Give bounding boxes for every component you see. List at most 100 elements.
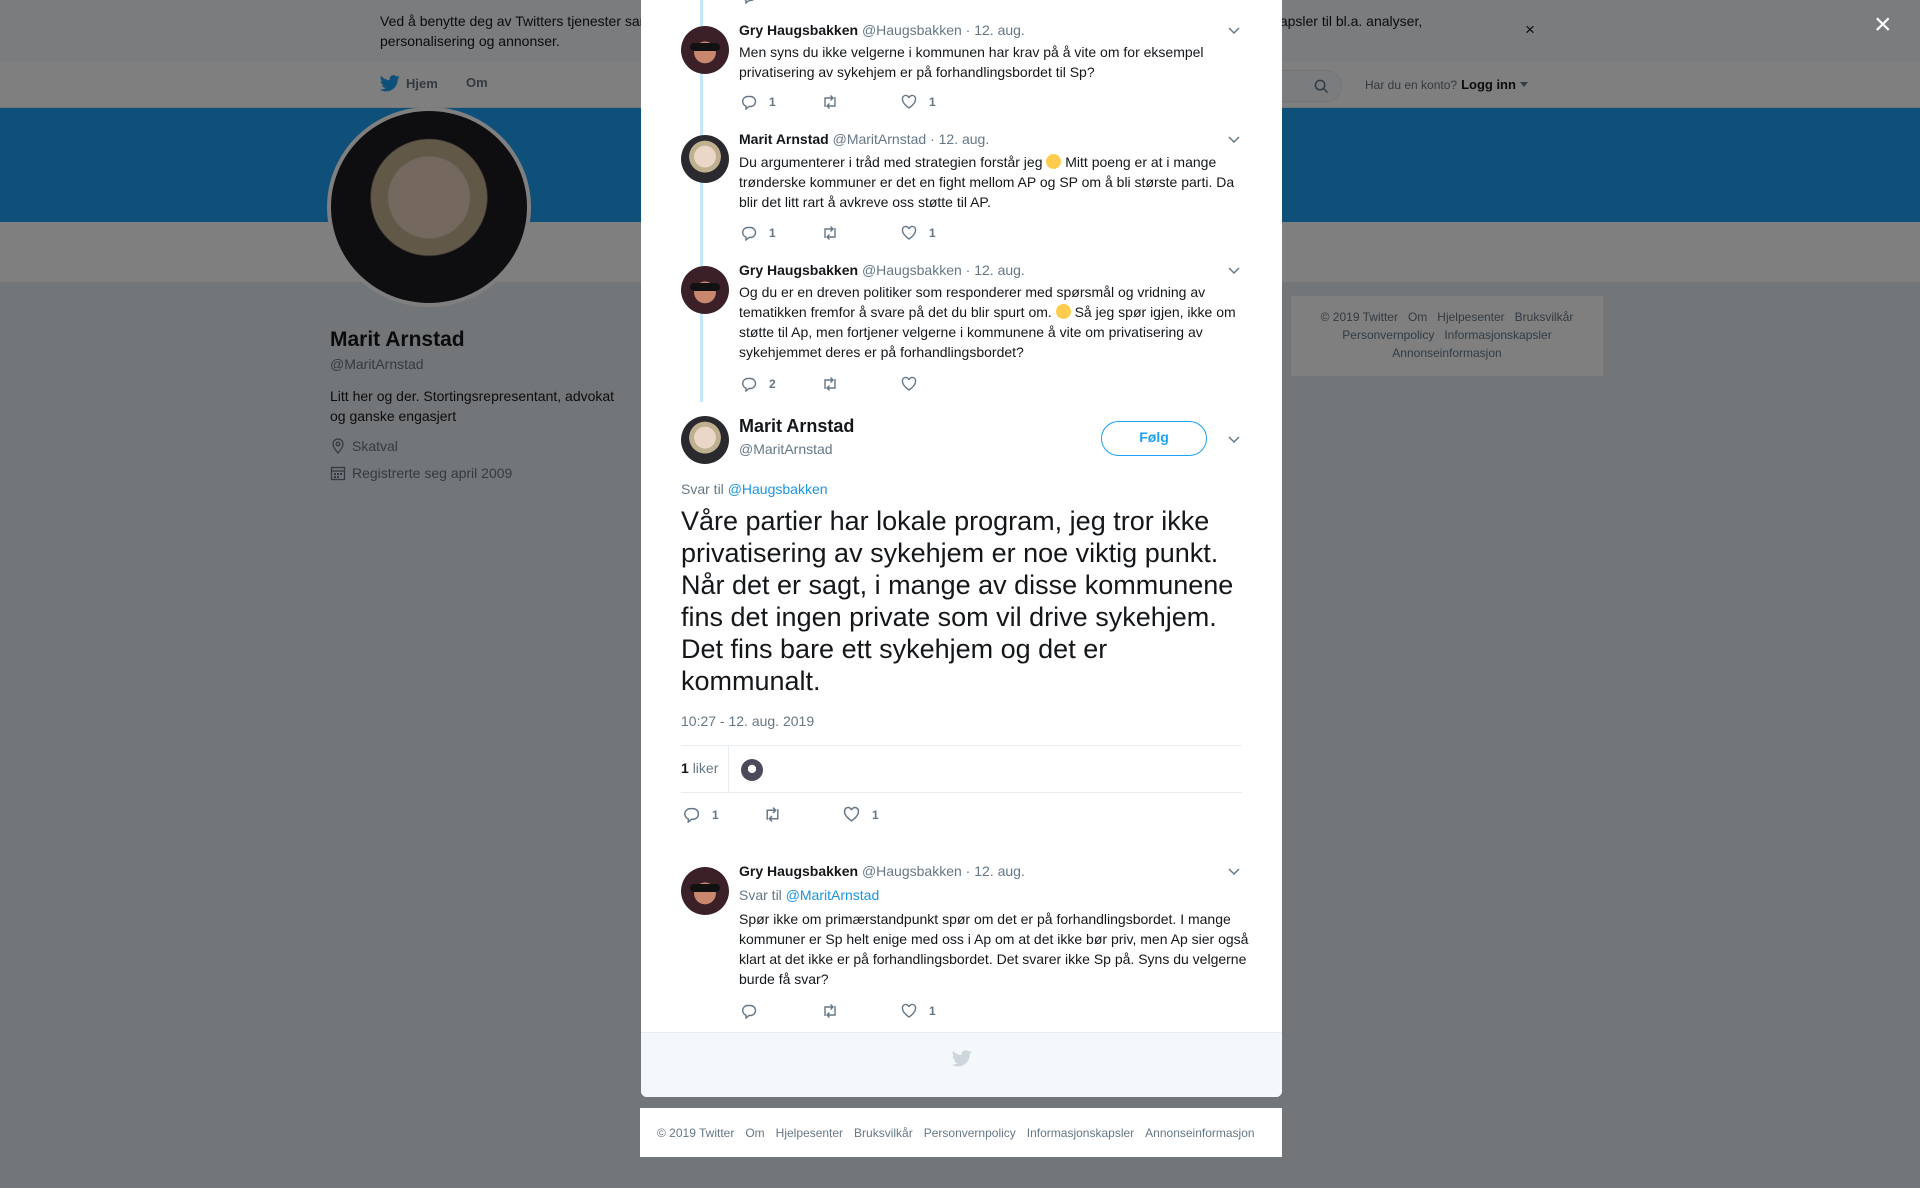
like-button[interactable]: 1 <box>901 94 981 110</box>
main-tweet-text: Våre partier har lokale program, jeg tro… <box>681 506 1234 696</box>
likes-stat-label: liker <box>692 760 719 776</box>
tweet-author-handle[interactable]: @Haugsbakken <box>862 863 962 879</box>
tweet-date[interactable]: · 12. aug. <box>966 863 1025 879</box>
grinning-emoji-icon <box>1055 304 1071 319</box>
like-count: 1 <box>872 807 879 822</box>
tweet-header: Gry Haugsbakken @Haugsbakken · 12. aug. <box>739 262 1025 278</box>
tweet-header: Marit Arnstad @MaritArnstad · 12. aug. <box>739 131 989 147</box>
like-button[interactable]: 1 <box>901 225 981 241</box>
retweet-button[interactable] <box>821 376 901 392</box>
reply-to-link[interactable]: @MaritArnstad <box>786 887 880 903</box>
tweet-author-handle[interactable]: @Haugsbakken <box>862 22 962 38</box>
footer-link-terms[interactable]: Bruksvilkår <box>854 1126 913 1140</box>
follow-button[interactable]: Følg <box>1101 421 1207 456</box>
close-overlay-button[interactable]: × <box>1874 10 1892 40</box>
reply-icon <box>742 377 757 392</box>
modal-footer <box>641 1032 1282 1097</box>
footer-link-about[interactable]: Om <box>745 1126 764 1140</box>
main-tweet-avatar[interactable] <box>681 416 729 464</box>
like-button[interactable]: 1 <box>901 1003 981 1019</box>
reply-to-line: Svar til @MaritArnstad <box>739 887 879 903</box>
reply-icon <box>742 95 757 110</box>
tweet-header: Gry Haugsbakken @Haugsbakken · 12. aug. <box>739 22 1025 38</box>
reply-count: 1 <box>769 95 776 109</box>
reply-icon <box>742 1004 757 1019</box>
main-tweet-author-name[interactable]: Marit Arnstad <box>739 416 854 437</box>
chevron-down-icon[interactable] <box>1226 863 1242 879</box>
like-count: 1 <box>929 1004 936 1018</box>
reply-count: 1 <box>769 226 776 240</box>
chevron-down-icon[interactable] <box>1226 262 1242 278</box>
like-button[interactable] <box>901 376 981 392</box>
reply-count: 1 <box>712 807 719 822</box>
twitter-bird-icon <box>952 1050 972 1067</box>
reply-to-label: Svar til <box>681 481 724 497</box>
heart-icon <box>901 225 917 240</box>
divider <box>728 746 729 792</box>
tweet-author-handle[interactable]: @Haugsbakken <box>862 262 962 278</box>
chevron-down-icon[interactable] <box>1226 431 1242 447</box>
footer-copyright: © 2019 Twitter <box>657 1125 735 1140</box>
avatar[interactable] <box>681 266 729 314</box>
tweet-author-name[interactable]: Marit Arnstad <box>739 131 829 147</box>
main-tweet-timestamp[interactable]: 10:27 - 12. aug. 2019 <box>681 713 814 729</box>
tweet-text: Spør ikke om primærstandpunkt spør om de… <box>739 911 1249 987</box>
tweet-author-name[interactable]: Gry Haugsbakken <box>739 22 858 38</box>
avatar[interactable] <box>681 26 729 74</box>
reply-button[interactable]: 1 <box>741 94 821 110</box>
footer-link-ads[interactable]: Annonseinformasjon <box>1145 1126 1254 1140</box>
tweet-modal: Gry Haugsbakken @Haugsbakken · 12. aug. … <box>641 0 1282 1097</box>
retweet-icon <box>824 95 836 109</box>
tweet-actions: 1 1 <box>741 94 981 110</box>
chevron-down-icon[interactable] <box>1226 22 1242 38</box>
chevron-down-icon[interactable] <box>1226 131 1242 147</box>
retweet-icon <box>766 807 779 822</box>
reply-button[interactable]: 1 <box>683 806 763 823</box>
avatar[interactable] <box>681 867 729 915</box>
reply-count: 2 <box>769 377 776 391</box>
tweet-author-handle[interactable]: @MaritArnstad <box>833 131 927 147</box>
heart-icon <box>843 806 860 822</box>
likes-stat[interactable]: 1 liker <box>681 760 718 776</box>
footer-link-privacy[interactable]: Personvernpolicy <box>924 1126 1016 1140</box>
reply-button[interactable] <box>741 0 821 4</box>
tweet-date[interactable]: · 12. aug. <box>966 262 1025 278</box>
reply-button[interactable]: 2 <box>741 376 821 392</box>
avatar[interactable] <box>681 135 729 183</box>
tweet-date[interactable]: · 12. aug. <box>930 131 989 147</box>
tweet-actions: 1 <box>741 1003 981 1019</box>
tweet-text: Du argumenterer i tråd med strategien fo… <box>739 152 1249 212</box>
reply-to-link[interactable]: @Haugsbakken <box>728 481 828 497</box>
tweet-actions: 1 1 <box>741 225 981 241</box>
tweet-text-part: Du argumenterer i tråd med strategien fo… <box>739 154 1047 170</box>
heart-icon <box>901 1003 917 1018</box>
footer-link-cookies[interactable]: Informasjonskapsler <box>1027 1126 1134 1140</box>
smiling-emoji-icon <box>1046 154 1062 169</box>
main-tweet-author-handle[interactable]: @MaritArnstad <box>739 441 854 457</box>
retweet-icon <box>824 1004 836 1018</box>
retweet-button[interactable] <box>763 806 843 823</box>
retweet-button[interactable] <box>821 1003 901 1019</box>
tweet-author-name[interactable]: Gry Haugsbakken <box>739 262 858 278</box>
liker-avatar[interactable] <box>741 759 763 781</box>
tweet-stats: 1 liker <box>681 745 1242 793</box>
reply-button[interactable]: 1 <box>741 225 821 241</box>
tweet-actions: 2 <box>741 376 981 392</box>
retweet-button[interactable] <box>821 94 901 110</box>
heart-icon <box>901 94 917 109</box>
heart-icon <box>901 376 917 391</box>
reply-icon <box>742 226 757 241</box>
reply-to-label: Svar til <box>739 887 782 903</box>
tweet-date[interactable]: · 12. aug. <box>966 22 1025 38</box>
like-button[interactable]: 1 <box>843 806 923 823</box>
reply-button[interactable] <box>741 1003 821 1019</box>
retweet-icon <box>824 377 836 391</box>
reply-icon <box>744 0 754 4</box>
tweet-author-name[interactable]: Gry Haugsbakken <box>739 863 858 879</box>
retweet-button[interactable] <box>821 225 901 241</box>
tweet-text: Og du er en dreven politiker som respond… <box>739 282 1249 362</box>
footer-link-help[interactable]: Hjelpesenter <box>776 1126 843 1140</box>
like-count: 1 <box>929 226 936 240</box>
reply-to-line: Svar til @Haugsbakken <box>681 481 828 497</box>
retweet-icon <box>824 226 836 240</box>
